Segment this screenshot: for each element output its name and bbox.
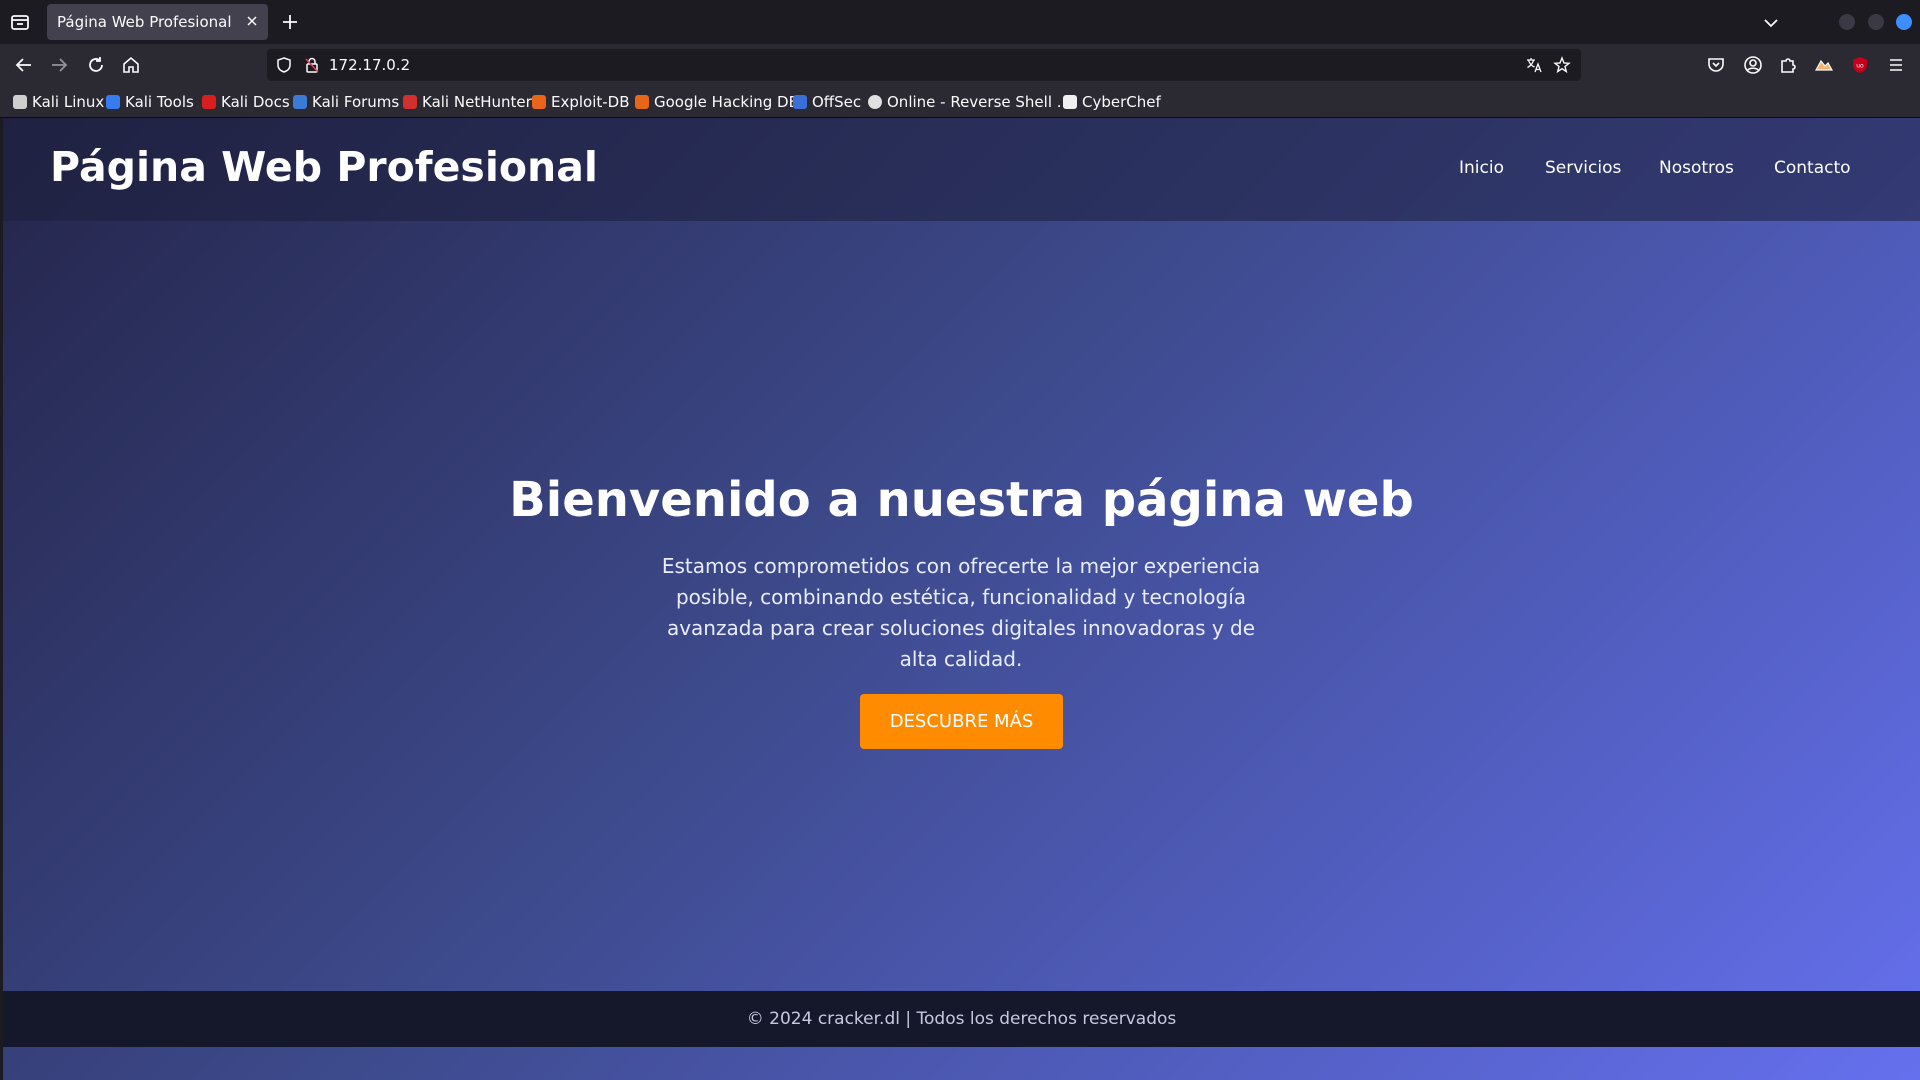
- translate-icon[interactable]: [1525, 56, 1543, 74]
- browser-window: Página Web Profesional 172.17.0.2 1 uo K: [0, 0, 1920, 1080]
- kali-forums-icon: [293, 95, 307, 109]
- shield-icon[interactable]: [275, 56, 293, 74]
- ublock-origin-icon[interactable]: uo: [1850, 55, 1870, 75]
- chef-hat-icon: [1063, 95, 1077, 109]
- close-window-button[interactable]: [1896, 14, 1912, 30]
- tab-strip: Página Web Profesional: [0, 0, 1920, 44]
- active-tab[interactable]: Página Web Profesional: [47, 4, 268, 40]
- pocket-icon[interactable]: [1706, 55, 1726, 75]
- bookmark-kali-forums[interactable]: Kali Forums: [293, 92, 399, 112]
- nav-link-contacto[interactable]: Contacto: [1774, 158, 1851, 178]
- nav-link-servicios[interactable]: Servicios: [1545, 158, 1621, 178]
- bookmark-google-hacking-db[interactable]: Google Hacking DB: [635, 92, 799, 112]
- extensions-icon[interactable]: [1778, 55, 1798, 75]
- footer-text: © 2024 cracker.dl | Todos los derechos r…: [746, 1009, 1177, 1029]
- svg-text:uo: uo: [1856, 63, 1864, 70]
- bookmark-kali-docs[interactable]: Kali Docs: [202, 92, 290, 112]
- bookmark-offsec[interactable]: OffSec: [793, 92, 861, 112]
- page-viewport: Página Web Profesional Inicio Servicios …: [3, 118, 1920, 1080]
- plus-icon[interactable]: [279, 11, 301, 33]
- kali-dragon-icon: [13, 95, 27, 109]
- kali-docs-icon: [202, 95, 216, 109]
- kali-nethunter-icon: [403, 95, 417, 109]
- chevron-down-icon[interactable]: [1761, 13, 1781, 33]
- back-arrow-icon[interactable]: [13, 54, 35, 76]
- ghdb-icon: [635, 95, 649, 109]
- site-title: Página Web Profesional: [50, 143, 598, 191]
- bookmark-kali-nethunter[interactable]: Kali NetHunter: [403, 92, 532, 112]
- bookmark-reverse-shell[interactable]: Online - Reverse Shell ...: [868, 92, 1071, 112]
- offsec-icon: [793, 95, 807, 109]
- close-icon[interactable]: [244, 13, 260, 29]
- exploit-db-icon: [532, 95, 546, 109]
- reload-icon[interactable]: [85, 54, 107, 76]
- forward-arrow-icon[interactable]: [48, 54, 70, 76]
- discover-more-button[interactable]: DESCUBRE MÁS: [860, 694, 1063, 749]
- lock-icon[interactable]: [303, 56, 321, 74]
- star-icon[interactable]: [1553, 56, 1571, 74]
- tab-list-icon[interactable]: [8, 10, 32, 34]
- url-bar[interactable]: 172.17.0.2: [267, 49, 1581, 81]
- nav-link-nosotros[interactable]: Nosotros: [1659, 158, 1734, 178]
- skull-icon: [868, 95, 882, 109]
- bookmark-kali-tools[interactable]: Kali Tools: [106, 92, 194, 112]
- maximize-button[interactable]: [1868, 14, 1884, 30]
- site-footer: © 2024 cracker.dl | Todos los derechos r…: [3, 991, 1920, 1047]
- bookmark-kali-linux[interactable]: Kali Linux: [13, 92, 104, 112]
- tab-title: Página Web Profesional: [57, 13, 232, 31]
- hero-text: Estamos comprometidos con ofrecerte la m…: [661, 554, 1261, 671]
- nav-toolbar: 172.17.0.2 1 uo: [0, 44, 1920, 104]
- bookmark-cyberchef[interactable]: CyberChef: [1063, 92, 1161, 112]
- kali-tools-icon: [106, 95, 120, 109]
- foxyproxy-icon[interactable]: [1814, 55, 1834, 75]
- home-icon[interactable]: [120, 54, 142, 76]
- hamburger-menu-icon[interactable]: [1886, 55, 1906, 75]
- account-icon[interactable]: [1743, 55, 1763, 75]
- minimize-button[interactable]: [1839, 14, 1855, 30]
- hero-title: Bienvenido a nuestra página web: [509, 472, 1414, 528]
- site-header: Página Web Profesional Inicio Servicios …: [3, 118, 1920, 221]
- bookmarks-toolbar: Kali Linux Kali Tools Kali Docs Kali For…: [0, 86, 1920, 118]
- nav-link-inicio[interactable]: Inicio: [1459, 158, 1504, 178]
- bookmark-exploit-db[interactable]: Exploit-DB: [532, 92, 630, 112]
- url-text[interactable]: 172.17.0.2: [329, 56, 410, 74]
